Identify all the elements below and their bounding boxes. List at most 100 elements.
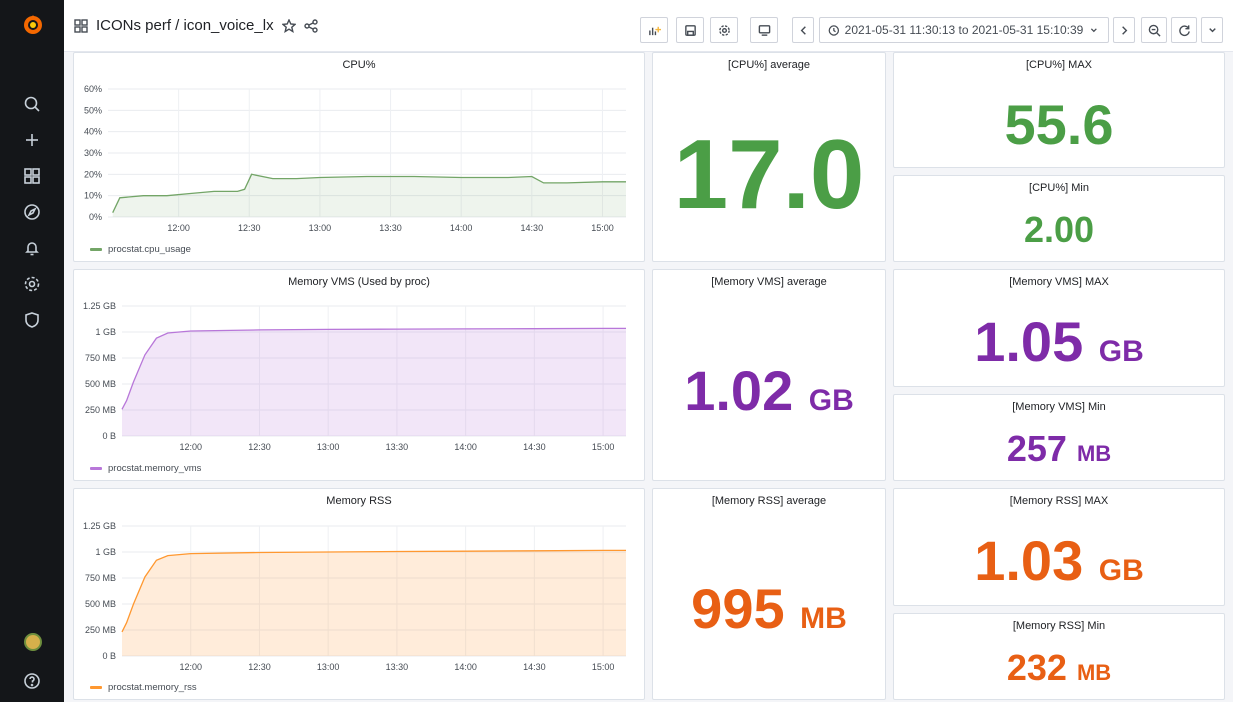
- legend-label[interactable]: procstat.memory_vms: [108, 463, 201, 474]
- avatar[interactable]: [24, 633, 42, 651]
- chevron-left-icon: [800, 25, 806, 35]
- stat-value: 232 MB: [894, 650, 1224, 686]
- x-tick-label: 13:30: [379, 223, 402, 233]
- panel-title[interactable]: [Memory VMS] average: [653, 276, 885, 288]
- share-icon[interactable]: [303, 18, 318, 33]
- explore-icon[interactable]: [20, 200, 44, 224]
- x-tick-label: 13:30: [386, 662, 409, 672]
- stat-number: 2.00: [1023, 209, 1095, 250]
- panel-title[interactable]: [Memory RSS] Min: [894, 620, 1224, 632]
- legend: procstat.memory_vms: [90, 463, 201, 474]
- x-tick-label: 13:00: [317, 662, 340, 672]
- legend-label[interactable]: procstat.cpu_usage: [108, 244, 191, 255]
- stat-value: 2.00: [894, 212, 1224, 248]
- chevron-right-icon: [1121, 25, 1127, 35]
- y-tick-label: 30%: [84, 148, 102, 158]
- stat-value: 995 MB: [653, 581, 885, 637]
- stat-number: 995: [691, 577, 785, 640]
- panel-title[interactable]: [Memory VMS] Min: [894, 401, 1224, 413]
- time-back-button[interactable]: [792, 17, 814, 43]
- cpu-min-panel: [CPU%] Min 2.00: [893, 175, 1225, 262]
- x-tick-label: 14:30: [523, 442, 546, 452]
- cpu-max-panel: [CPU%] MAX 55.6: [893, 52, 1225, 168]
- x-tick-label: 12:00: [179, 442, 202, 452]
- legend: procstat.cpu_usage: [90, 244, 191, 255]
- y-tick-label: 0%: [89, 212, 102, 222]
- x-tick-label: 14:00: [454, 662, 477, 672]
- chevron-down-icon: [1091, 27, 1098, 32]
- cpu-average-panel: [CPU%] average 17.0: [652, 52, 886, 262]
- add-panel-icon: [648, 26, 661, 35]
- chevron-down-icon: [1208, 27, 1216, 32]
- stat-unit: MB: [1076, 441, 1112, 466]
- y-tick-label: 750 MB: [85, 573, 116, 583]
- shield-icon[interactable]: [20, 308, 44, 332]
- panel-title[interactable]: [CPU%] Min: [894, 182, 1224, 194]
- stat-value: 17.0: [653, 125, 885, 223]
- x-tick-label: 13:30: [386, 442, 409, 452]
- x-tick-label: 14:00: [450, 223, 473, 233]
- y-tick-label: 500 MB: [85, 379, 116, 389]
- star-icon[interactable]: [281, 18, 296, 33]
- save-dashboard-button[interactable]: [676, 17, 704, 43]
- dashboards-icon[interactable]: [20, 164, 44, 188]
- gear-icon[interactable]: [20, 272, 44, 296]
- refresh-button[interactable]: [1171, 17, 1197, 43]
- stat-number: 55.6: [1004, 93, 1114, 156]
- y-tick-label: 1.25 GB: [83, 301, 116, 311]
- add-panel-button[interactable]: [640, 17, 668, 43]
- panel-title[interactable]: [CPU%] MAX: [894, 59, 1224, 71]
- time-range-picker[interactable]: 2021-05-31 11:30:13 to 2021-05-31 15:10:…: [819, 17, 1109, 43]
- stat-value: 55.6: [894, 97, 1224, 153]
- panel-title[interactable]: [Memory RSS] average: [653, 495, 885, 507]
- x-tick-label: 13:00: [309, 223, 332, 233]
- x-tick-label: 15:00: [592, 442, 615, 452]
- legend: procstat.memory_rss: [90, 682, 197, 693]
- x-tick-label: 13:00: [317, 442, 340, 452]
- stat-number: 17.0: [673, 119, 865, 229]
- vms-average-panel: [Memory VMS] average 1.02 GB: [652, 269, 886, 481]
- panel-title[interactable]: [Memory RSS] MAX: [894, 495, 1224, 507]
- time-range-label: 2021-05-31 11:30:13 to 2021-05-31 15:10:…: [844, 23, 1084, 37]
- x-tick-label: 12:00: [179, 662, 202, 672]
- series-area: [112, 174, 626, 217]
- refresh-interval-button[interactable]: [1201, 17, 1223, 43]
- zoom-out-button[interactable]: [1141, 17, 1167, 43]
- help-icon[interactable]: [20, 669, 44, 693]
- legend-swatch: [90, 467, 102, 470]
- stat-value: 1.05 GB: [894, 314, 1224, 370]
- tv-mode-button[interactable]: [750, 17, 778, 43]
- y-tick-label: 500 MB: [85, 599, 116, 609]
- time-forward-button[interactable]: [1113, 17, 1135, 43]
- legend-label[interactable]: procstat.memory_rss: [108, 682, 197, 693]
- stat-unit: MB: [800, 602, 847, 635]
- stat-unit: GB: [808, 384, 854, 417]
- plus-icon[interactable]: [20, 128, 44, 152]
- bell-icon[interactable]: [20, 236, 44, 260]
- panel-title[interactable]: [Memory VMS] MAX: [894, 276, 1224, 288]
- rss-min-panel: [Memory RSS] Min 232 MB: [893, 613, 1225, 700]
- stat-unit: GB: [1098, 335, 1144, 368]
- y-tick-label: 1 GB: [95, 547, 116, 557]
- search-icon[interactable]: [20, 92, 44, 116]
- monitor-icon: [758, 24, 770, 36]
- grafana-logo-icon[interactable]: [22, 14, 44, 36]
- vms-max-panel: [Memory VMS] MAX 1.05 GB: [893, 269, 1225, 387]
- x-tick-label: 12:00: [167, 223, 190, 233]
- y-tick-label: 20%: [84, 169, 102, 179]
- dashboard-title[interactable]: ICONs perf / icon_voice_lx: [96, 17, 274, 34]
- series-area: [122, 328, 626, 436]
- y-tick-label: 1 GB: [95, 327, 116, 337]
- cpu-chart: 0% 10% 20% 30% 40% 50% 60% 12:00 12:30 13:00 13:30…: [84, 84, 627, 233]
- x-tick-label: 14:30: [523, 662, 546, 672]
- rss-chart: 0 B 250 MB 500 MB 750 MB 1 GB 1.25 GB 12:00 12:…: [83, 521, 627, 672]
- rss-max-panel: [Memory RSS] MAX 1.03 GB: [893, 488, 1225, 606]
- panel-title[interactable]: [CPU%] average: [653, 59, 885, 71]
- y-tick-label: 250 MB: [85, 625, 116, 635]
- x-tick-label: 12:30: [248, 442, 271, 452]
- cpu-graph-panel: CPU% 0% 10% 20% 30% 40% 50% 60% 12:00 12:30 13:00…: [73, 52, 645, 262]
- stat-number: 1.03: [974, 529, 1084, 592]
- y-tick-label: 60%: [84, 84, 102, 94]
- dashboard-settings-button[interactable]: [710, 17, 738, 43]
- stat-value: 1.03 GB: [894, 533, 1224, 589]
